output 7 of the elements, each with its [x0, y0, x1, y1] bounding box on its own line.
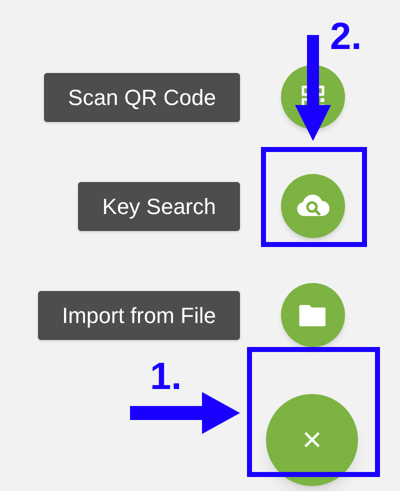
step-number: 2.	[330, 18, 362, 56]
folder-icon	[298, 302, 328, 328]
step-number: 1.	[150, 358, 182, 396]
action-label: Import from File	[38, 290, 240, 340]
action-label: Scan QR Code	[44, 72, 240, 122]
action-label: Key Search	[78, 182, 240, 230]
close-button[interactable]: ×	[266, 394, 358, 486]
